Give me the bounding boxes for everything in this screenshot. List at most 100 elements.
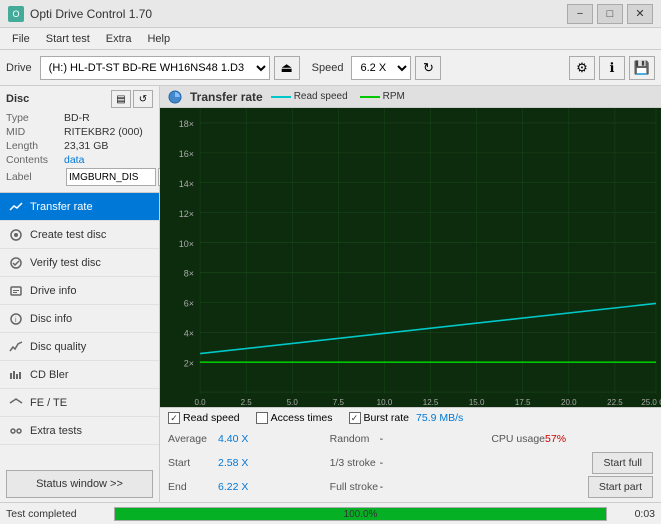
app-title: Opti Drive Control 1.70	[30, 7, 152, 21]
average-label: Average	[168, 433, 218, 445]
progress-text: 100.0%	[115, 508, 606, 522]
nav-drive-info[interactable]: Drive info	[0, 277, 159, 305]
app-icon: O	[8, 6, 24, 22]
menu-help[interactable]: Help	[139, 31, 178, 47]
legend-rpm: RPM	[360, 91, 405, 102]
disc-icon-btn2[interactable]: ↺	[133, 90, 153, 108]
disc-type-label: Type	[6, 112, 64, 124]
nav-transfer-rate-label: Transfer rate	[30, 201, 93, 213]
stats-row-cpu: CPU usage 57%	[491, 428, 653, 450]
start-full-button[interactable]: Start full	[592, 452, 653, 474]
stats-row-end: End 6.22 X	[168, 476, 330, 498]
disc-label-input[interactable]	[66, 168, 156, 186]
svg-text:4×: 4×	[184, 328, 194, 338]
svg-text:12×: 12×	[179, 209, 194, 219]
minimize-button[interactable]: −	[567, 4, 593, 24]
stats-row-stroke: 1/3 stroke -	[330, 452, 492, 474]
menu-extra[interactable]: Extra	[98, 31, 140, 47]
nav-drive-info-label: Drive info	[30, 285, 76, 297]
save-button[interactable]: 💾	[629, 56, 655, 80]
disc-type-value: BD-R	[64, 112, 90, 124]
disc-info-icon: i	[8, 311, 24, 327]
checkbox-read-speed[interactable]: ✓ Read speed	[168, 412, 240, 424]
close-button[interactable]: ✕	[627, 4, 653, 24]
nav-verify-test-disc[interactable]: Verify test disc	[0, 249, 159, 277]
disc-mid-label: MID	[6, 126, 64, 138]
legend-read-speed-color	[271, 96, 291, 98]
svg-text:22.5: 22.5	[607, 398, 623, 407]
checkbox-access-times-box	[256, 412, 268, 424]
start-value: 2.58 X	[218, 457, 258, 469]
chart-legend: Read speed RPM	[271, 91, 405, 102]
nav-fe-te-label: FE / TE	[30, 397, 67, 409]
svg-text:0.0: 0.0	[195, 398, 207, 407]
svg-text:25.0 GB: 25.0 GB	[641, 398, 661, 407]
menu-file[interactable]: File	[4, 31, 38, 47]
disc-panel: Disc ▤ ↺ Type BD-R MID RITEKBR2 (000) Le…	[0, 86, 159, 193]
svg-text:i: i	[15, 317, 17, 324]
nav-disc-quality[interactable]: Disc quality	[0, 333, 159, 361]
nav-disc-quality-label: Disc quality	[30, 341, 86, 353]
nav-fe-te[interactable]: FE / TE	[0, 389, 159, 417]
svg-text:16×: 16×	[179, 149, 194, 159]
right-panel: Transfer rate Read speed RPM	[160, 86, 661, 502]
svg-text:10×: 10×	[179, 239, 194, 249]
speed-select[interactable]: 6.2 X	[351, 56, 411, 80]
end-label: End	[168, 481, 218, 493]
checkbox-burst-rate[interactable]: ✓ Burst rate 75.9 MB/s	[349, 412, 464, 424]
info-button[interactable]: ℹ	[599, 56, 625, 80]
checkbox-burst-rate-label: Burst rate	[364, 412, 410, 424]
status-window-button[interactable]: Status window >>	[6, 470, 153, 498]
stats-row-start-full: Start full	[491, 452, 653, 474]
drive-label: Drive	[6, 62, 32, 74]
cd-bler-icon	[8, 367, 24, 383]
random-value: -	[380, 433, 420, 445]
status-time: 0:03	[615, 508, 655, 520]
extra-tests-icon	[8, 423, 24, 439]
drive-select[interactable]: (H:) HL-DT-ST BD-RE WH16NS48 1.D3	[40, 56, 270, 80]
svg-text:2.5: 2.5	[241, 398, 253, 407]
cpu-usage-value: 57%	[545, 433, 585, 445]
menu-start-test[interactable]: Start test	[38, 31, 98, 47]
settings-button[interactable]: ⚙	[569, 56, 595, 80]
chart-header: Transfer rate Read speed RPM	[160, 86, 661, 108]
main-content: Disc ▤ ↺ Type BD-R MID RITEKBR2 (000) Le…	[0, 86, 661, 502]
nav-cd-bler[interactable]: CD Bler	[0, 361, 159, 389]
disc-contents-value[interactable]: data	[64, 154, 84, 166]
checkbox-access-times[interactable]: Access times	[256, 412, 333, 424]
svg-text:17.5: 17.5	[515, 398, 531, 407]
end-value: 6.22 X	[218, 481, 258, 493]
speed-label: Speed	[312, 62, 344, 74]
disc-icon-btn1[interactable]: ▤	[111, 90, 131, 108]
maximize-button[interactable]: □	[597, 4, 623, 24]
chart-icon	[168, 90, 182, 104]
full-stroke-value: -	[380, 481, 420, 493]
fe-te-icon	[8, 395, 24, 411]
nav-create-test-disc-label: Create test disc	[30, 229, 106, 241]
disc-length-label: Length	[6, 140, 64, 152]
full-stroke-label: Full stroke	[330, 481, 380, 493]
menu-bar: File Start test Extra Help	[0, 28, 661, 50]
nav-cd-bler-label: CD Bler	[30, 369, 69, 381]
stats-rows: Average 4.40 X Random - CPU usage 57% St…	[168, 428, 653, 498]
transfer-rate-icon	[8, 199, 24, 215]
legend-read-speed: Read speed	[271, 91, 348, 102]
refresh-button[interactable]: ↻	[415, 56, 441, 80]
disc-mid-value: RITEKBR2 (000)	[64, 126, 143, 138]
cpu-usage-label: CPU usage	[491, 433, 545, 445]
nav-extra-tests-label: Extra tests	[30, 425, 82, 437]
nav-transfer-rate[interactable]: Transfer rate	[0, 193, 159, 221]
disc-contents-label: Contents	[6, 154, 64, 166]
checkbox-burst-rate-box: ✓	[349, 412, 361, 424]
nav-extra-tests[interactable]: Extra tests	[0, 417, 159, 445]
eject-button[interactable]: ⏏	[274, 56, 300, 80]
checkbox-read-speed-box: ✓	[168, 412, 180, 424]
stats-checkboxes: ✓ Read speed Access times ✓ Burst rate 7…	[168, 412, 653, 424]
random-label: Random	[330, 433, 380, 445]
nav-create-test-disc[interactable]: Create test disc	[0, 221, 159, 249]
window-controls: − □ ✕	[567, 4, 653, 24]
status-text: Test completed	[6, 508, 106, 520]
toolbar: Drive (H:) HL-DT-ST BD-RE WH16NS48 1.D3 …	[0, 50, 661, 86]
nav-disc-info[interactable]: i Disc info	[0, 305, 159, 333]
start-part-button[interactable]: Start part	[588, 476, 653, 498]
